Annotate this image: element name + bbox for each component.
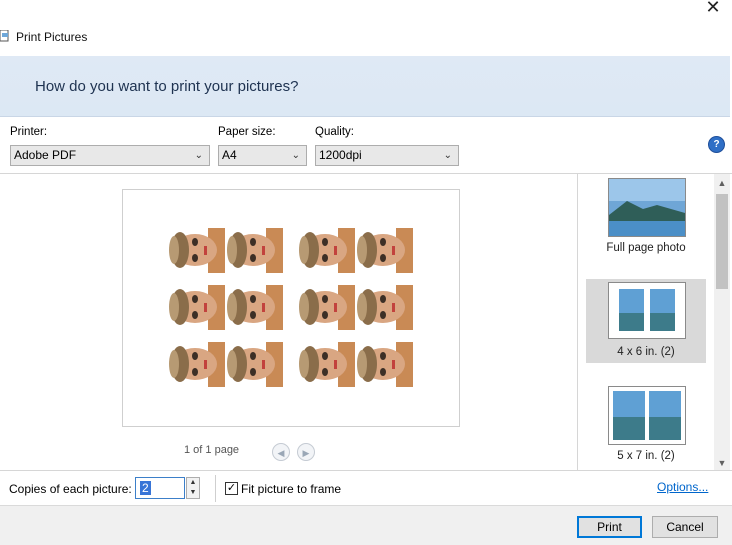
page-indicator: 1 of 1 page bbox=[184, 444, 240, 456]
chevron-down-icon: ⌄ bbox=[443, 150, 452, 161]
two-portrait-thumbnail bbox=[609, 387, 685, 444]
paper-size-value: A4 bbox=[222, 148, 237, 162]
header-banner: How do you want to print your pictures? bbox=[0, 56, 730, 117]
printer-value: Adobe PDF bbox=[14, 148, 77, 162]
copies-value: 2 bbox=[140, 481, 151, 495]
layout-thumbnail bbox=[608, 386, 686, 445]
chevron-down-icon: ⌄ bbox=[194, 150, 203, 161]
paper-size-dropdown[interactable]: A4 ⌄ bbox=[218, 145, 307, 166]
previous-page-button[interactable]: ◀ bbox=[272, 443, 290, 461]
next-page-button[interactable]: ▶ bbox=[297, 443, 315, 461]
two-portrait-thumbnail bbox=[609, 283, 685, 338]
scroll-down-icon[interactable]: ▼ bbox=[714, 456, 730, 470]
layouts-scrollbar[interactable]: ▲ ▼ bbox=[714, 174, 730, 470]
cancel-button[interactable]: Cancel bbox=[652, 516, 718, 538]
fit-to-frame-label: Fit picture to frame bbox=[241, 482, 342, 496]
scroll-thumb[interactable] bbox=[716, 194, 728, 289]
photo-block-right bbox=[298, 222, 413, 394]
page-preview bbox=[122, 189, 460, 427]
portrait-photos bbox=[298, 222, 413, 393]
quality-value: 1200dpi bbox=[319, 148, 362, 162]
layouts-list: Full page photo 4 x 6 in. (2) 5 x 7 in. … bbox=[577, 174, 715, 470]
print-button[interactable]: Print bbox=[577, 516, 642, 538]
layout-thumbnail bbox=[608, 178, 686, 237]
options-link[interactable]: Options... bbox=[657, 480, 708, 494]
close-icon[interactable]: ✕ bbox=[702, 0, 724, 19]
title-bar: Print Pictures ✕ bbox=[0, 0, 732, 56]
photo-block-left bbox=[168, 222, 283, 394]
layout-label: 4 x 6 in. (2) bbox=[617, 346, 675, 358]
layout-label: 5 x 7 in. (2) bbox=[617, 450, 675, 462]
layout-full-page-photo[interactable]: Full page photo bbox=[586, 176, 706, 262]
copies-input[interactable]: 2 bbox=[135, 477, 185, 499]
copies-label: Copies of each picture: bbox=[9, 482, 132, 496]
dialog-heading: How do you want to print your pictures? bbox=[35, 78, 299, 95]
copies-stepper[interactable]: ▲ ▼ bbox=[186, 477, 200, 499]
portrait-photos bbox=[168, 222, 283, 393]
divider bbox=[0, 470, 732, 471]
landscape-thumbnail bbox=[609, 179, 685, 236]
quality-label: Quality: bbox=[315, 126, 354, 138]
paper-size-label: Paper size: bbox=[218, 126, 276, 138]
help-icon[interactable]: ? bbox=[708, 136, 725, 153]
printer-label: Printer: bbox=[10, 126, 48, 138]
stepper-up-icon[interactable]: ▲ bbox=[187, 478, 199, 488]
layout-4x6[interactable]: 4 x 6 in. (2) bbox=[586, 279, 706, 363]
layout-5x7[interactable]: 5 x 7 in. (2) bbox=[586, 384, 706, 470]
layout-label: Full page photo bbox=[606, 242, 686, 254]
quality-dropdown[interactable]: 1200dpi ⌄ bbox=[315, 145, 459, 166]
window-title: Print Pictures bbox=[16, 30, 88, 44]
printer-dropdown[interactable]: Adobe PDF ⌄ bbox=[10, 145, 210, 166]
stepper-down-icon[interactable]: ▼ bbox=[187, 488, 199, 498]
chevron-down-icon: ⌄ bbox=[291, 150, 300, 161]
layout-thumbnail bbox=[608, 282, 686, 339]
fit-to-frame-checkbox[interactable]: ✓ bbox=[225, 482, 238, 495]
print-pictures-app-icon bbox=[0, 30, 9, 42]
scroll-up-icon[interactable]: ▲ bbox=[714, 176, 730, 190]
divider bbox=[215, 475, 216, 502]
